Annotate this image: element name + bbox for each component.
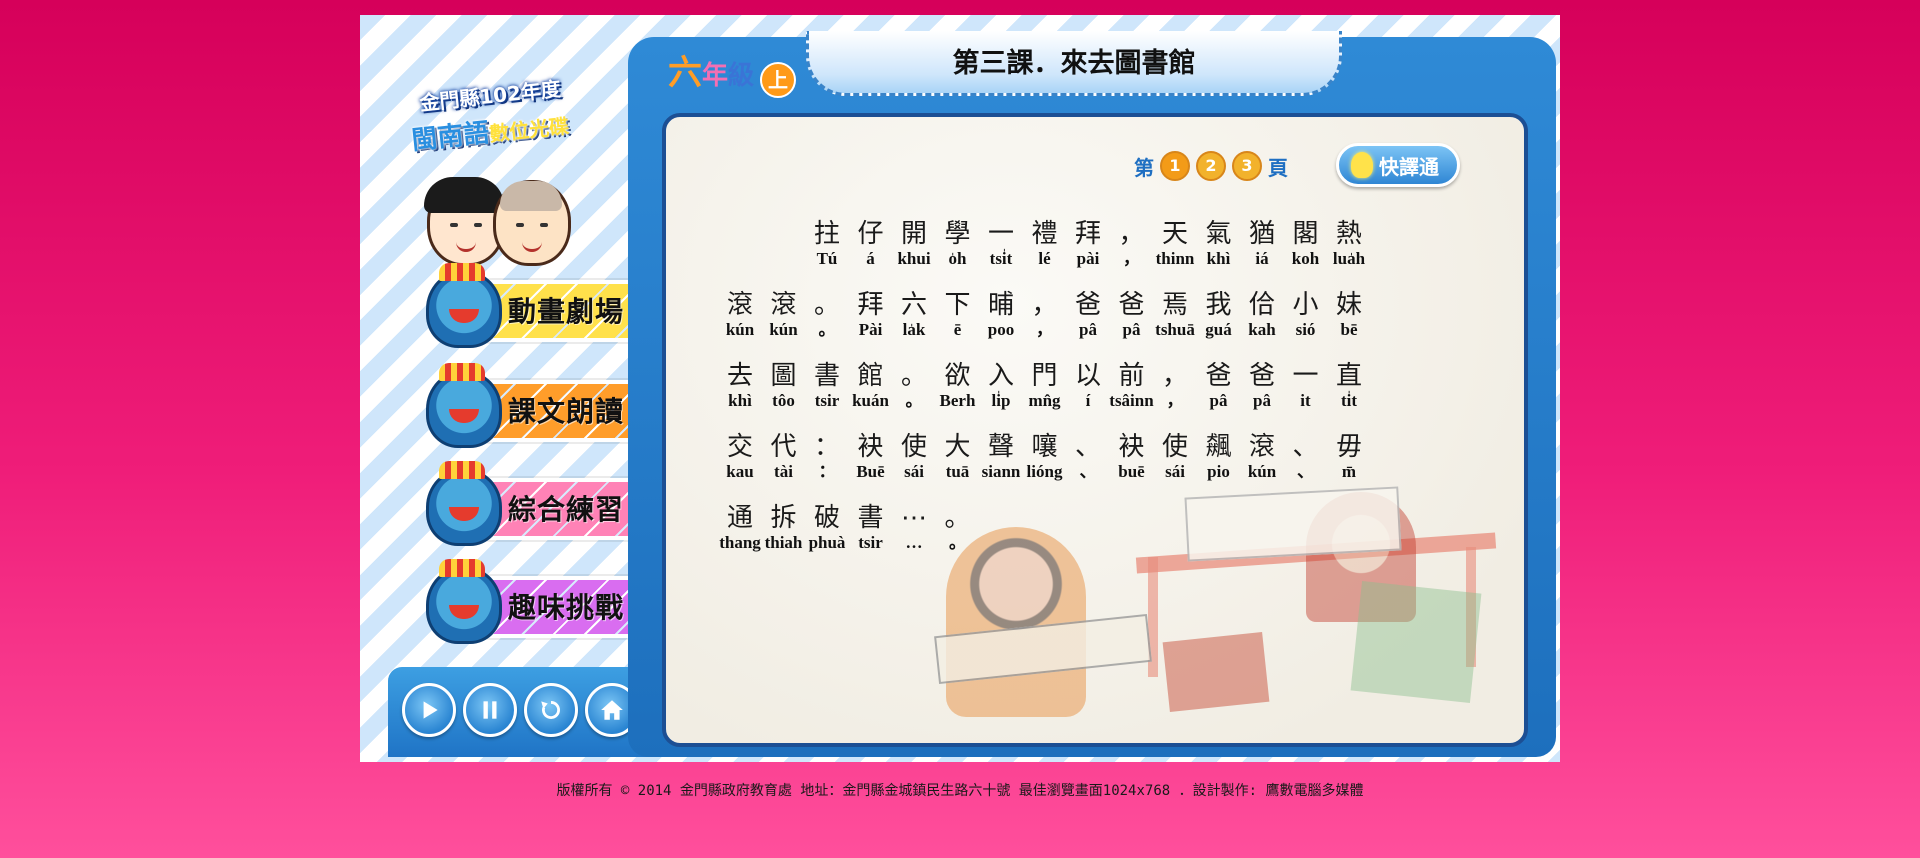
replay-button[interactable] (524, 683, 578, 737)
hanzi: 直 (1335, 361, 1362, 391)
menu-label: 趣味挑戰 (508, 591, 625, 624)
hanzi: 妹 (1335, 290, 1362, 320)
menu-text-reading-button[interactable]: 課文朗讀 (420, 363, 630, 448)
page-prefix: 第 (1134, 155, 1154, 180)
page-2-button[interactable]: 2 (1196, 151, 1226, 181)
replay-icon (541, 701, 560, 719)
page-3-button[interactable]: 3 (1232, 151, 1262, 181)
menu-challenge-button[interactable]: 趣味挑戰 (420, 559, 630, 644)
illustration-bookshelf (1350, 581, 1482, 703)
hanzi: 。 (944, 503, 971, 533)
hanzi: 毋 (1335, 432, 1362, 462)
romanization: lua̍h (1332, 249, 1366, 268)
mascot-icon (426, 559, 502, 644)
mascot-icon (426, 461, 502, 546)
home-icon (601, 700, 623, 720)
app-stage: 金門縣102年度 閩南語數位光碟 動畫劇場 課文朗讀 綜合練習 趣味挑戰 六年級… (360, 15, 1560, 762)
semester-badge: 上 (760, 61, 797, 98)
illustration-books (1162, 631, 1270, 713)
logo: 金門縣102年度 閩南語數位光碟 (405, 70, 575, 270)
page-selector: 第 1 2 3 頁 (1134, 151, 1288, 181)
text-token[interactable]: 妹 bē (1319, 290, 1379, 340)
lesson-content: 第 1 2 3 頁 快譯通 拄 Tú 仔 á 開 khui 學 o̍h 一 tsi̍t 禮 lé 拜 pà… (662, 113, 1528, 747)
illustration-open-book (1184, 486, 1402, 562)
text-token[interactable]: 毋 m̄ (1319, 432, 1379, 482)
romanization: bē (1340, 320, 1358, 339)
play-button[interactable] (402, 683, 456, 737)
menu-exercise-button[interactable]: 綜合練習 (420, 461, 630, 546)
boy-character (493, 180, 571, 266)
romanization: 。 (949, 533, 966, 552)
footer-copyright: 版權所有 © 2014 金門縣政府教育處 地址：金門縣金城鎮民生路六十號 最佳瀏… (556, 783, 1364, 799)
romanization: m̄ (1341, 462, 1357, 481)
menu-label: 綜合練習 (508, 493, 625, 526)
pause-icon (483, 701, 497, 719)
text-token[interactable]: 直 ti̍t (1319, 361, 1379, 411)
text-token[interactable]: 。。 (928, 503, 988, 553)
mascot-icon (426, 263, 502, 348)
menu-label: 動畫劇場 (508, 295, 625, 328)
quick-translate-label: 快譯通 (1379, 154, 1439, 179)
grade-label: 六年級上 (668, 45, 797, 98)
logo-subtitle-main: 閩南語 (410, 118, 491, 157)
logo-subtitle-accent: 數位光碟 (488, 113, 571, 147)
grade-char-b: 級 (728, 61, 755, 91)
play-icon (423, 701, 438, 719)
grade-number: 六 (668, 53, 702, 93)
page-suffix: 頁 (1268, 155, 1288, 180)
lightbulb-icon (1351, 152, 1373, 178)
grade-char-a: 年 (702, 61, 729, 91)
pause-button[interactable] (463, 683, 517, 737)
menu-animation-theater-button[interactable]: 動畫劇場 (420, 263, 630, 348)
menu-label: 課文朗讀 (508, 395, 625, 428)
media-controls (388, 667, 648, 757)
mascot-icon (426, 363, 502, 448)
page-1-button[interactable]: 1 (1160, 151, 1190, 181)
lesson-title: 第三課．來去圖書館 (952, 48, 1196, 79)
romanization: ti̍t (1340, 391, 1358, 410)
lesson-panel: 六年級上 第三課．來去圖書館 第 1 2 3 頁 快譯通 拄 Tú 仔 á 開 … (628, 31, 1556, 757)
hanzi: 熱 (1335, 219, 1362, 249)
quick-translate-button[interactable]: 快譯通 (1336, 143, 1460, 187)
text-token[interactable]: 熱 lua̍h (1319, 219, 1379, 269)
title-tab: 第三課．來去圖書館 (806, 31, 1342, 96)
